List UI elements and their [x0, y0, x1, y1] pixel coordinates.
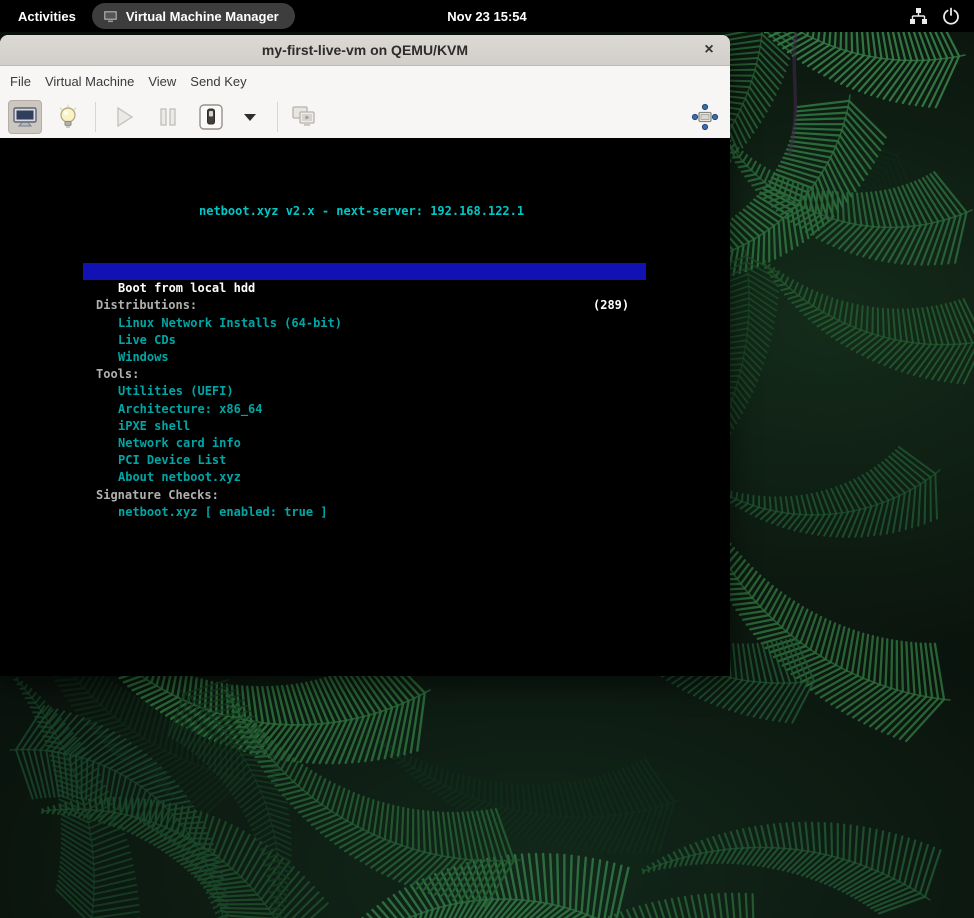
boot-menu-row[interactable]: Network card info [0, 418, 29, 435]
boot-menu-row[interactable]: PCI Device List [0, 435, 29, 452]
boot-menu-row[interactable]: Tools: [0, 349, 29, 366]
boot-menu-row-selected[interactable]: Boot from local hdd (289) [83, 263, 646, 280]
show-console-button[interactable] [8, 100, 42, 134]
menu-file[interactable]: File [3, 69, 38, 94]
top-bar: Activities Virtual Machine Manager Nov 2… [0, 0, 974, 32]
toolbar-separator [95, 102, 96, 132]
menu-virtual-machine[interactable]: Virtual Machine [38, 69, 141, 94]
console-display-icon [12, 105, 38, 129]
virtual-displays-button[interactable] [287, 100, 321, 134]
boot-menu-row[interactable]: Windows [0, 332, 29, 349]
menu-view[interactable]: View [141, 69, 183, 94]
shutdown-button[interactable] [194, 100, 228, 134]
boot-menu-row[interactable]: About netboot.xyz [0, 452, 29, 469]
shutdown-menu-button[interactable] [233, 100, 267, 134]
boot-menu-row[interactable]: Default: [0, 246, 29, 263]
boot-menu-row[interactable]: Distributions: [0, 280, 29, 297]
vm-console-window: my-first-live-vm on QEMU/KVM × File Virt… [0, 35, 730, 676]
boot-menu-row[interactable]: netboot.xyz [ enabled: true ] [0, 487, 29, 504]
chevron-down-icon [244, 114, 256, 121]
boot-menu-row[interactable]: iPXE shell [0, 401, 29, 418]
toolbar-separator [277, 102, 278, 132]
multi-display-icon [291, 105, 317, 129]
pause-icon [157, 106, 179, 128]
focused-app-button[interactable]: Virtual Machine Manager [92, 3, 295, 29]
pause-button[interactable] [151, 100, 185, 134]
lightbulb-icon [57, 104, 79, 130]
vm-manager-icon [103, 10, 118, 23]
close-icon[interactable]: × [698, 35, 720, 65]
boot-menu-row[interactable]: Architecture: x86_64 [0, 384, 29, 401]
boot-menu-row[interactable]: Signature Checks: [0, 470, 29, 487]
activities-button[interactable]: Activities [18, 9, 76, 24]
wired-network-icon [909, 7, 928, 25]
guest-console-screen[interactable]: netboot.xyz v2.x - next-server: 192.168.… [0, 138, 730, 676]
boot-menu-row[interactable]: Linux Network Installs (64-bit) [0, 298, 29, 315]
fullscreen-icon [691, 103, 719, 131]
run-button[interactable] [107, 100, 141, 134]
system-status-area[interactable] [909, 7, 974, 25]
shutdown-icon [198, 103, 224, 131]
menu-send-key[interactable]: Send Key [183, 69, 253, 94]
toolbar [0, 96, 730, 138]
play-icon [112, 105, 136, 129]
window-titlebar[interactable]: my-first-live-vm on QEMU/KVM × [0, 35, 730, 66]
window-title: my-first-live-vm on QEMU/KVM [262, 42, 468, 58]
boot-menu-row[interactable]: Live CDs [0, 315, 29, 332]
focused-app-label: Virtual Machine Manager [126, 9, 279, 24]
fullscreen-button[interactable] [688, 100, 722, 134]
menu-bar: File Virtual Machine View Send Key [0, 66, 730, 96]
show-hardware-details-button[interactable] [51, 100, 85, 134]
netboot-header: netboot.xyz v2.x - next-server: 192.168.… [199, 204, 524, 218]
power-icon [942, 7, 960, 25]
boot-menu-row[interactable]: Utilities (UEFI) [0, 366, 29, 383]
